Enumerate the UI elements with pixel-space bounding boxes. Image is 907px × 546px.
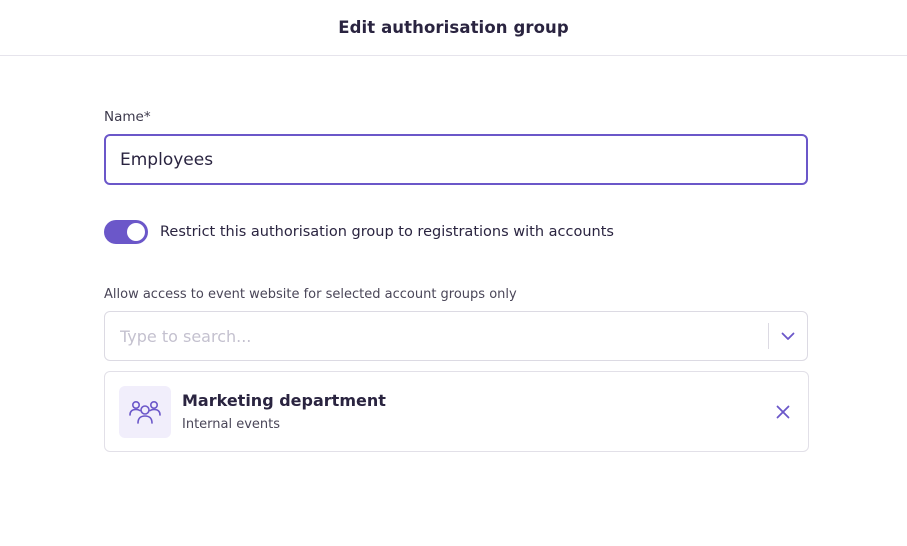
restrict-toggle[interactable] bbox=[104, 220, 148, 244]
restrict-toggle-row: Restrict this authorisation group to reg… bbox=[104, 220, 614, 244]
close-icon bbox=[776, 405, 790, 419]
name-label: Name* bbox=[104, 109, 151, 125]
chevron-down-icon bbox=[781, 332, 795, 340]
account-groups-select bbox=[104, 311, 808, 361]
group-name: Marketing department bbox=[182, 391, 386, 410]
account-groups-label: Allow access to event website for select… bbox=[104, 287, 517, 302]
users-group-icon bbox=[129, 400, 161, 424]
toggle-knob bbox=[127, 223, 145, 241]
selected-account-group-card: Marketing department Internal events bbox=[104, 371, 809, 452]
dropdown-toggle-button[interactable] bbox=[769, 312, 807, 360]
group-icon-container bbox=[119, 386, 171, 438]
name-input[interactable] bbox=[104, 134, 808, 185]
restrict-toggle-label: Restrict this authorisation group to reg… bbox=[160, 224, 614, 240]
remove-group-button[interactable] bbox=[771, 400, 795, 424]
account-groups-search-input[interactable] bbox=[105, 312, 768, 360]
group-subtitle: Internal events bbox=[182, 417, 281, 432]
page-title: Edit authorisation group bbox=[338, 18, 569, 37]
modal-header: Edit authorisation group bbox=[0, 0, 907, 56]
